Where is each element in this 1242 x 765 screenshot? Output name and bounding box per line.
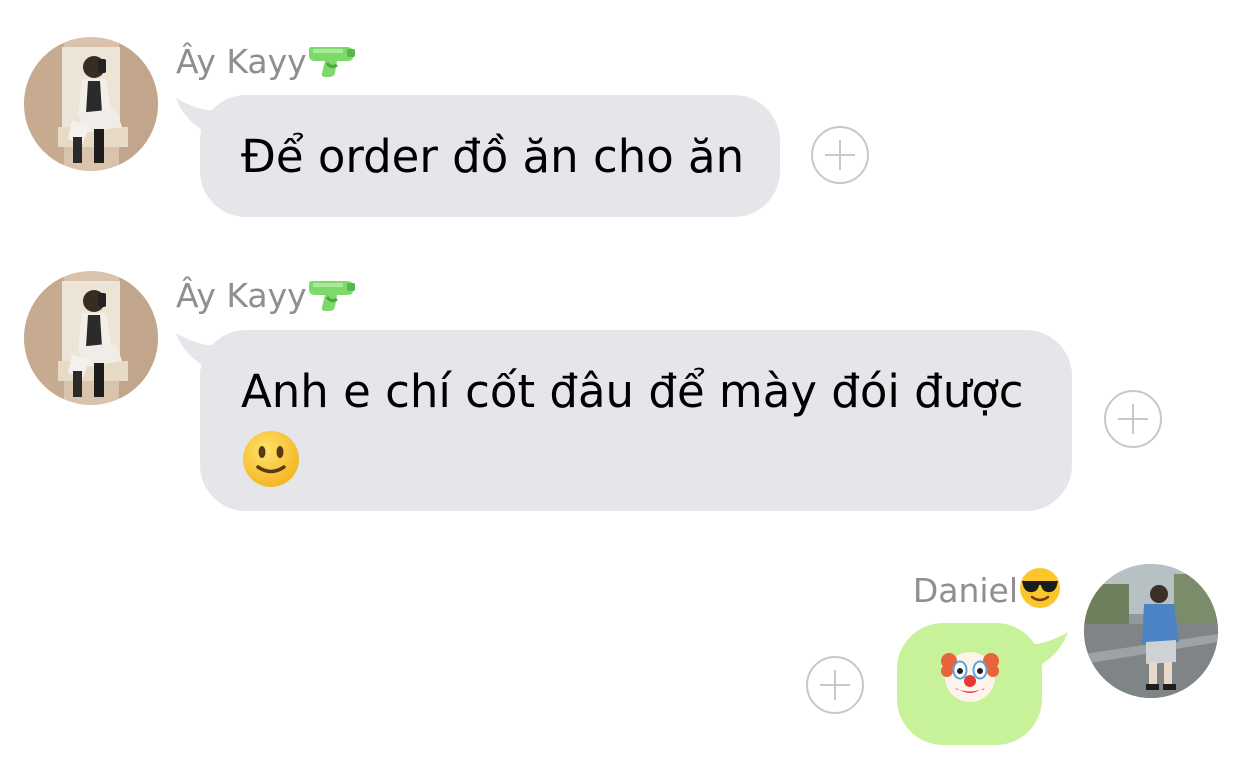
slightly-smiling-face-icon	[241, 429, 301, 505]
add-reaction-button[interactable]	[806, 656, 864, 714]
sender-name: Ây Kayy	[176, 39, 357, 88]
water-pistol-icon	[307, 39, 357, 88]
add-reaction-button[interactable]	[811, 126, 869, 184]
message-bubble[interactable]: Để order đồ ăn cho ăn	[200, 95, 780, 217]
message-text: Anh e chí cốt đâu để mày đói được	[241, 365, 1024, 418]
message-bubble[interactable]	[897, 623, 1042, 745]
message-text: Để order đồ ăn cho ăn	[241, 130, 745, 183]
sender-name: Daniel	[913, 566, 1062, 619]
sender-name: Ây Kayy	[176, 273, 357, 322]
clown-face-icon	[939, 645, 1001, 723]
message-bubble[interactable]: Anh e chí cốt đâu để mày đói được	[200, 330, 1072, 511]
sunglasses-face-icon	[1018, 566, 1062, 619]
add-reaction-button[interactable]	[1104, 390, 1162, 448]
avatar-daniel[interactable]	[1084, 564, 1218, 698]
water-pistol-icon	[307, 273, 357, 322]
avatar-ay-kayy[interactable]	[24, 271, 158, 405]
avatar-ay-kayy[interactable]	[24, 37, 158, 171]
